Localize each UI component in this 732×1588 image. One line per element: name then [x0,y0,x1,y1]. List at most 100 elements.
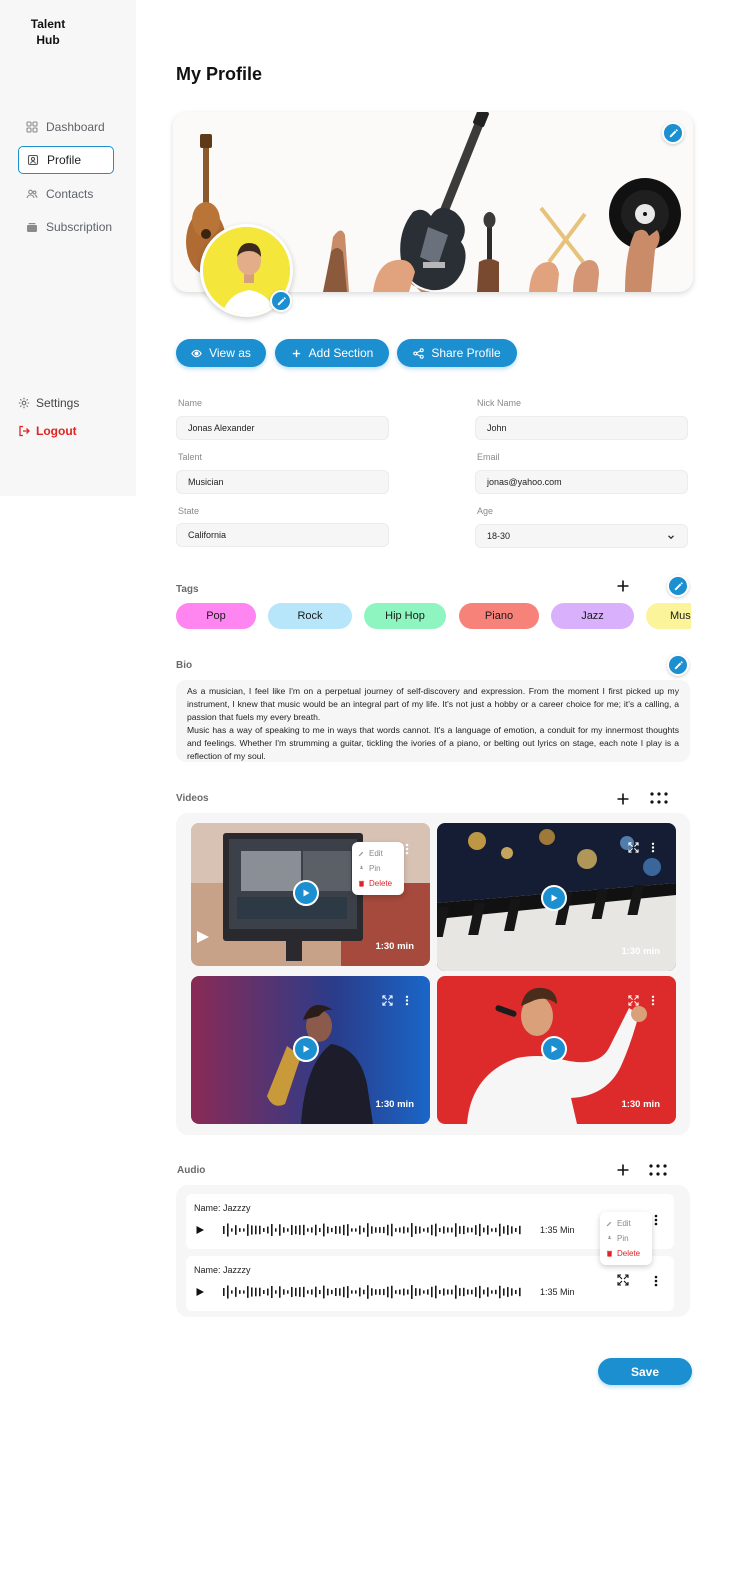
pencil-icon [606,1221,612,1227]
share-profile-button[interactable]: Share Profile [397,339,517,367]
app-logo[interactable]: Talent Hub [28,16,68,48]
grid-view-icon[interactable] [650,792,668,804]
expand-icon[interactable] [617,1274,629,1286]
menu-item-delete[interactable]: Delete [606,1246,646,1261]
microphone-illustration [477,212,499,292]
expand-icon[interactable] [628,842,639,853]
gear-icon [18,397,30,409]
more-vertical-icon[interactable] [651,995,655,1006]
trash-icon [358,880,365,887]
settings-link[interactable]: Settings [18,396,79,410]
add-video-icon[interactable] [616,792,630,806]
view-as-button[interactable]: View as [176,339,266,367]
waveform[interactable] [223,1284,523,1300]
tags-row: Pop Rock Hip Hop Piano Jazz Music [176,603,691,631]
nick-name-field[interactable]: John [475,416,688,440]
edit-tags-button[interactable] [667,575,689,597]
menu-label: Delete [369,879,393,888]
eye-icon [191,349,202,357]
trash-icon [606,1250,613,1257]
logo-line-1: Talent [30,17,66,31]
more-vertical-icon[interactable] [654,1275,658,1287]
edit-cover-button[interactable] [662,122,684,144]
waveform[interactable] [223,1222,523,1238]
plus-icon [292,349,300,357]
tag-chip[interactable]: Pop [176,603,256,629]
videos-panel: 1:30 min Edit Pin Delete 1:30 min 1:30 m… [176,813,690,1135]
save-button[interactable]: Save [598,1358,692,1385]
share-profile-label: Share Profile [431,346,501,360]
page-title: My Profile [176,64,263,84]
electric-guitar-illustration [400,112,489,292]
sidebar-item-subscription[interactable]: Subscription [18,213,114,241]
tag-chip[interactable]: Rock [268,603,352,629]
tag-chip[interactable]: Piano [459,603,539,629]
grid-view-icon[interactable] [649,1164,667,1176]
more-vertical-icon[interactable] [405,843,409,855]
video-card[interactable]: 1:30 min Edit Pin Delete [191,823,430,966]
edit-avatar-button[interactable] [270,290,292,312]
video-card[interactable]: 1:30 min [437,976,676,1124]
track-duration: 1:35 Min [540,1225,575,1235]
pin-icon [359,865,364,872]
add-section-label: Add Section [308,346,374,360]
play-icon[interactable] [195,1287,205,1297]
tag-chip[interactable]: Music [646,603,691,629]
email-field[interactable]: jonas@yahoo.com [475,470,688,494]
age-select[interactable]: 18-30 [475,524,688,548]
video-card[interactable]: 1:30 min [191,976,430,1124]
track-duration: 1:35 Min [540,1287,575,1297]
sidebar-item-contacts[interactable]: Contacts [18,180,114,208]
menu-item-edit[interactable]: Edit [606,1216,646,1231]
video-card[interactable]: 1:30 min [437,823,676,971]
more-vertical-icon[interactable] [405,995,409,1006]
videos-title: Videos [176,793,209,804]
sidebar-item-profile[interactable]: Profile [18,146,114,174]
share-icon [413,347,425,359]
email-label: Email [477,452,500,462]
logout-icon [19,425,30,437]
tag-chip[interactable]: Jazz [551,603,634,629]
state-field[interactable]: California [176,523,389,547]
menu-item-pin[interactable]: Pin [358,861,398,876]
age-label: Age [477,506,494,516]
expand-icon[interactable] [382,995,393,1006]
add-audio-icon[interactable] [616,1163,630,1177]
video-controls [382,995,409,1006]
audio-track: Name: Jazzzy 1:35 Min [186,1256,674,1311]
play-button[interactable] [541,885,567,911]
talent-field[interactable]: Musician [176,470,389,494]
menu-item-edit[interactable]: Edit [358,846,398,861]
play-button[interactable] [293,880,319,906]
logo-line-2: Hub [36,33,60,47]
more-vertical-icon[interactable] [654,1214,658,1226]
profile-icon [27,154,39,166]
audio-title: Audio [177,1165,206,1176]
play-button[interactable] [293,1036,319,1062]
tag-chip[interactable]: Hip Hop [364,603,446,629]
name-label: Name [178,398,203,408]
menu-item-pin[interactable]: Pin [606,1231,646,1246]
menu-item-delete[interactable]: Delete [358,876,398,891]
play-button[interactable] [541,1036,567,1062]
chevron-down-icon [668,535,674,540]
sidebar-item-label: Dashboard [46,120,105,134]
add-tag-icon[interactable] [616,579,630,593]
add-section-button[interactable]: Add Section [275,339,389,367]
menu-label: Pin [369,864,381,873]
audio-panel: Name: Jazzzy 1:35 Min Name: Jazzzy 1:35 … [176,1185,690,1317]
expand-icon[interactable] [628,995,639,1006]
more-vertical-icon[interactable] [651,842,655,853]
play-icon[interactable] [195,1225,205,1235]
bio-text[interactable]: As a musician, I feel like I'm on a perp… [176,680,690,762]
name-field[interactable]: Jonas Alexander [176,416,389,440]
logout-link[interactable]: Logout [18,424,77,438]
sidebar-item-label: Subscription [46,220,113,234]
edit-bio-button[interactable] [667,654,689,676]
vinyl-record-illustration [609,178,681,292]
play-icon [303,889,310,897]
track-name: Name: Jazzzy [194,1265,251,1275]
sidebar-item-dashboard[interactable]: Dashboard [18,113,114,141]
video-duration: 1:30 min [375,1099,414,1110]
play-icon [551,894,558,902]
